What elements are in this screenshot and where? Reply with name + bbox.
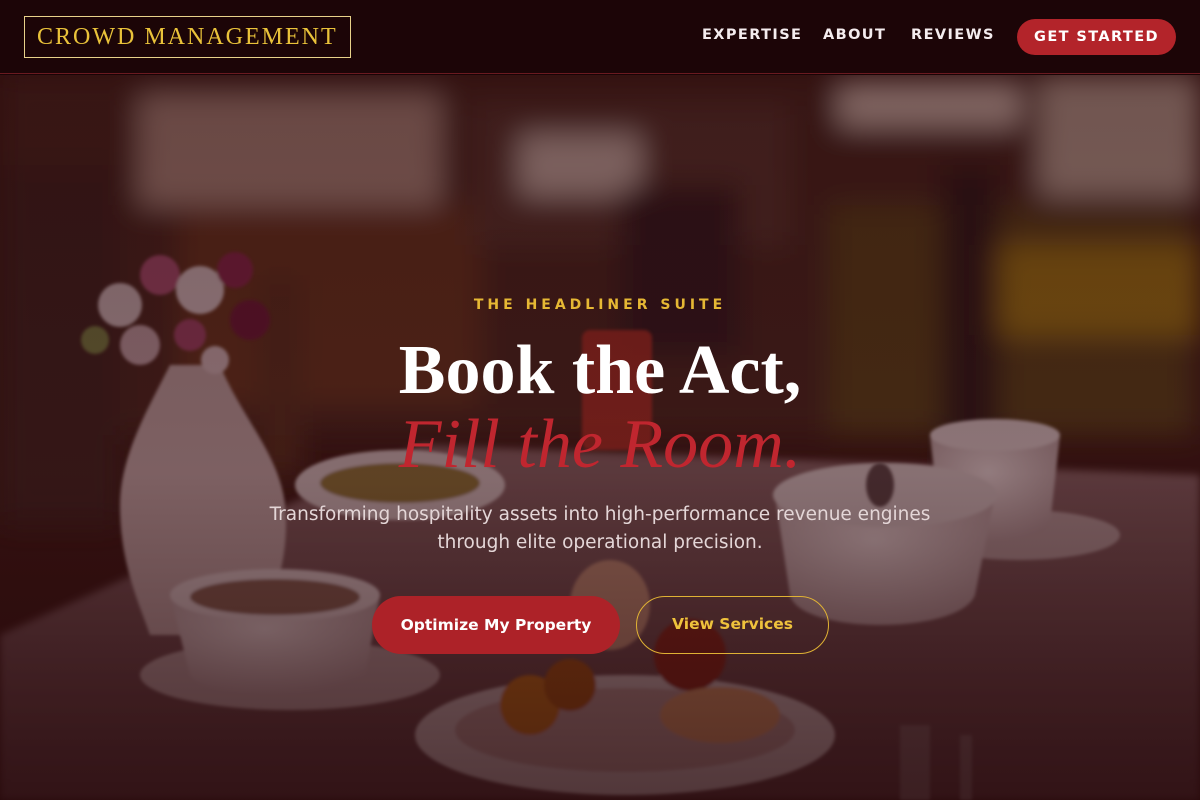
get-started-button[interactable]: GET STARTED bbox=[1017, 19, 1176, 55]
brand-logo[interactable]: CROWD MANAGEMENT bbox=[24, 16, 351, 58]
hero-headline-line-2: Fill the Room. bbox=[398, 406, 802, 483]
nav-link-reviews[interactable]: REVIEWS bbox=[911, 27, 995, 43]
hero-subtitle: Transforming hospitality assets into hig… bbox=[269, 504, 931, 553]
nav-link-about[interactable]: ABOUT bbox=[823, 27, 886, 43]
hero-headline-line-1: Book the Act, bbox=[398, 332, 802, 409]
optimize-property-button[interactable]: Optimize My Property bbox=[372, 596, 620, 654]
hero-eyebrow: THE HEADLINER SUITE bbox=[473, 297, 727, 313]
view-services-button[interactable]: View Services bbox=[636, 596, 829, 654]
site-header: CROWD MANAGEMENT EXPERTISE ABOUT REVIEWS… bbox=[0, 0, 1200, 74]
hero-section: THE HEADLINER SUITE Book the Act, Fill t… bbox=[0, 75, 1200, 800]
nav-link-expertise[interactable]: EXPERTISE bbox=[702, 27, 802, 43]
